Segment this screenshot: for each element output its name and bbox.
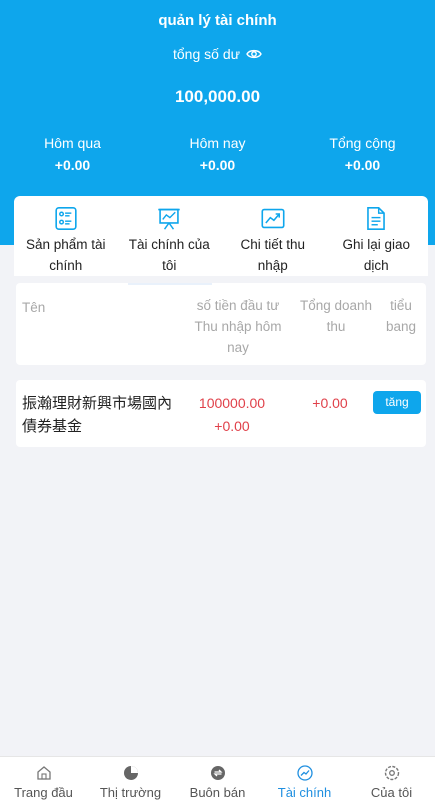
balance-value: 100,000.00: [174, 87, 261, 106]
column-amount: số tiền đầu tư Thu nhập hôm nay: [194, 298, 282, 355]
pie-chart-icon: [123, 766, 138, 780]
menu-item-products[interactable]: Sản phẩm tài chính: [14, 196, 118, 276]
nav-label: Thị trường: [99, 785, 162, 800]
menu-item-income-detail[interactable]: Chi tiết thu nhập: [221, 196, 325, 276]
stat-label: Hôm nay: [189, 135, 246, 151]
today-income: +0.00: [214, 418, 250, 434]
table-row: 振瀚理財新興市場國內債券基金 100000.00 +0.00 +0.00 tăn…: [16, 380, 426, 447]
menu-label: Tài chính của tôi: [128, 237, 210, 273]
nav-item-home[interactable]: Trang đầu: [0, 757, 87, 801]
stat-total: Tổng cộng +0.00: [290, 134, 435, 173]
column-total: Tổng doanh thu: [299, 298, 373, 334]
home-icon: [36, 766, 51, 780]
column-status: tiểu bang: [385, 298, 417, 334]
stat-label: Tổng cộng: [329, 135, 396, 151]
column-name: Tên: [22, 300, 46, 315]
stat-value: +0.00: [199, 157, 236, 173]
table-header: Tên số tiền đầu tư Thu nhập hôm nay Tổng…: [16, 283, 426, 365]
total-revenue: +0.00: [312, 395, 348, 411]
nav-label: Tài chính: [277, 785, 332, 800]
presentation-chart-icon: [158, 208, 180, 230]
stat-today: Hôm nay +0.00: [145, 134, 290, 173]
product-list-icon: [55, 206, 77, 231]
balance-label: tổng số dư: [173, 46, 240, 62]
nav-item-trade[interactable]: Buôn bán: [174, 757, 261, 801]
exchange-icon: [210, 766, 225, 780]
nav-label: Trang đầu: [14, 785, 73, 800]
menu-label: Ghi lại giao dịch: [342, 237, 411, 273]
menu-item-my-finance[interactable]: Tài chính của tôi: [118, 196, 222, 276]
menu-label: Sản phẩm tài chính: [25, 237, 106, 273]
stat-value: +0.00: [54, 157, 91, 173]
fund-name: 振瀚理財新興市場國內債券基金: [22, 395, 173, 435]
stats-row: Hôm qua +0.00 Hôm nay +0.00 Tổng cộng +0…: [0, 134, 435, 173]
finance-chart-icon: [296, 765, 313, 781]
quick-menu: Sản phẩm tài chính Tài chính của tôi Chi…: [14, 196, 428, 276]
eye-icon[interactable]: [246, 48, 262, 60]
stat-label: Hôm qua: [44, 135, 101, 151]
document-icon: [367, 206, 386, 231]
settings-icon: [384, 765, 399, 781]
invest-amount: 100000.00: [198, 395, 266, 411]
menu-item-transactions[interactable]: Ghi lại giao dịch: [325, 196, 429, 276]
balance-label-row: tổng số dư: [0, 46, 435, 62]
header-accent-line: [128, 283, 212, 285]
nav-item-market[interactable]: Thị trường: [87, 757, 174, 801]
trend-up-icon: [261, 208, 285, 229]
nav-label: Buôn bán: [189, 785, 246, 800]
menu-label: Chi tiết thu nhập: [240, 237, 306, 273]
page-title: quản lý tài chính: [158, 12, 277, 29]
stat-value: +0.00: [344, 157, 381, 173]
nav-item-finance[interactable]: Tài chính: [261, 757, 348, 801]
stat-yesterday: Hôm qua +0.00: [0, 134, 145, 173]
bottom-nav: Trang đầu Thị trường Buôn bán Tài chính …: [0, 756, 435, 801]
increase-button[interactable]: tăng: [373, 391, 421, 414]
nav-label: Của tôi: [370, 785, 413, 800]
nav-item-profile[interactable]: Của tôi: [348, 757, 435, 801]
